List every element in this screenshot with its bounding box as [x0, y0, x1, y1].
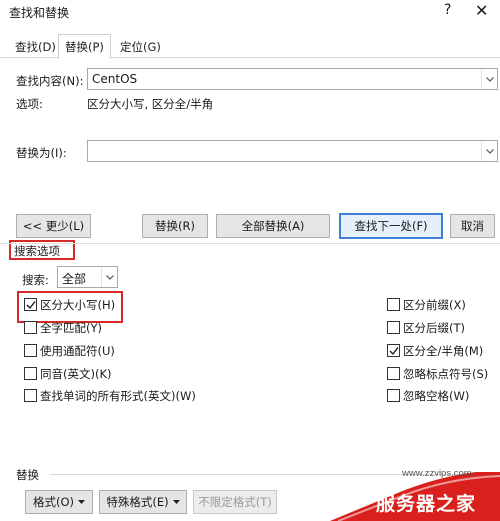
watermark-url: www.zzvips.com — [402, 468, 472, 479]
replace-all-button[interactable]: 全部替换(A) — [216, 214, 330, 238]
search-options-heading: 搜索选项 — [14, 244, 60, 258]
caret-down-icon — [78, 500, 86, 504]
chevron-down-icon[interactable] — [101, 267, 117, 287]
search-scope-label: 搜索: — [22, 273, 49, 287]
search-scope-value: 全部 — [62, 272, 87, 286]
match-prefix-label: 区分前缀(X) — [403, 298, 466, 312]
format-button-label: 格式(O) — [32, 495, 75, 509]
special-format-button[interactable]: 特殊格式(E) — [99, 490, 187, 514]
replace-input[interactable] — [87, 140, 498, 162]
less-button[interactable]: << 更少(L) — [16, 214, 91, 238]
match-case-label: 区分大小写(H) — [40, 298, 116, 312]
width-label: 区分全/半角(M) — [403, 344, 484, 358]
whole-word-label: 全字匹配(Y) — [40, 321, 102, 335]
ignore-punctuation-label: 忽略标点符号(S) — [403, 367, 489, 381]
cancel-button[interactable]: 取消 — [450, 214, 495, 238]
chevron-down-icon[interactable] — [481, 69, 497, 89]
sounds-like-checkbox[interactable] — [24, 367, 37, 380]
watermark-logo: 服务器之家 — [376, 493, 477, 515]
title-bar: 查找和替换 ? ✕ — [0, 0, 500, 24]
all-word-forms-checkbox[interactable] — [24, 389, 37, 402]
chevron-down-icon[interactable] — [481, 141, 497, 161]
all-word-forms-label: 查找单词的所有形式(英文)(W) — [40, 389, 196, 403]
replace-panel: 查找内容(N): CentOS 选项: 区分大小写, 区分全/半角 替换为(I)… — [0, 58, 500, 521]
find-next-button[interactable]: 查找下一处(F) — [339, 213, 443, 239]
width-checkbox[interactable] — [387, 344, 400, 357]
match-suffix-label: 区分后缀(T) — [403, 321, 465, 335]
ignore-spaces-label: 忽略空格(W) — [403, 389, 470, 403]
tab-find[interactable]: 查找(D) — [9, 37, 62, 58]
find-input[interactable]: CentOS — [87, 68, 498, 90]
ignore-punctuation-checkbox[interactable] — [387, 367, 400, 380]
options-label: 选项: — [16, 97, 43, 111]
caret-down-icon — [172, 500, 180, 504]
match-suffix-checkbox[interactable] — [387, 321, 400, 334]
help-icon[interactable]: ? — [444, 2, 451, 18]
replace-label: 替换为(I): — [16, 146, 67, 160]
options-value: 区分大小写, 区分全/半角 — [87, 97, 214, 111]
match-prefix-checkbox[interactable] — [387, 298, 400, 311]
find-label: 查找内容(N): — [16, 74, 84, 88]
find-input-value: CentOS — [92, 72, 138, 86]
wildcards-checkbox[interactable] — [24, 344, 37, 357]
ignore-spaces-checkbox[interactable] — [387, 389, 400, 402]
search-scope-select[interactable]: 全部 — [57, 266, 118, 288]
sounds-like-label: 同音(英文)(K) — [40, 367, 112, 381]
special-format-button-label: 特殊格式(E) — [106, 495, 169, 509]
no-formatting-button[interactable]: 不限定格式(T) — [193, 490, 277, 514]
window-title: 查找和替换 — [9, 6, 70, 20]
match-case-checkbox[interactable] — [24, 298, 37, 311]
whole-word-checkbox[interactable] — [24, 321, 37, 334]
wildcards-label: 使用通配符(U) — [40, 344, 115, 358]
format-button[interactable]: 格式(O) — [25, 490, 93, 514]
replace-button[interactable]: 替换(R) — [142, 214, 208, 238]
tab-replace[interactable]: 替换(P) — [58, 34, 111, 59]
tab-goto[interactable]: 定位(G) — [114, 37, 167, 58]
tab-strip: 查找(D) 替换(P) 定位(G) — [0, 34, 500, 59]
replace-section-heading: 替换 — [16, 468, 39, 482]
close-icon[interactable]: ✕ — [475, 1, 488, 20]
section-divider — [0, 243, 500, 244]
